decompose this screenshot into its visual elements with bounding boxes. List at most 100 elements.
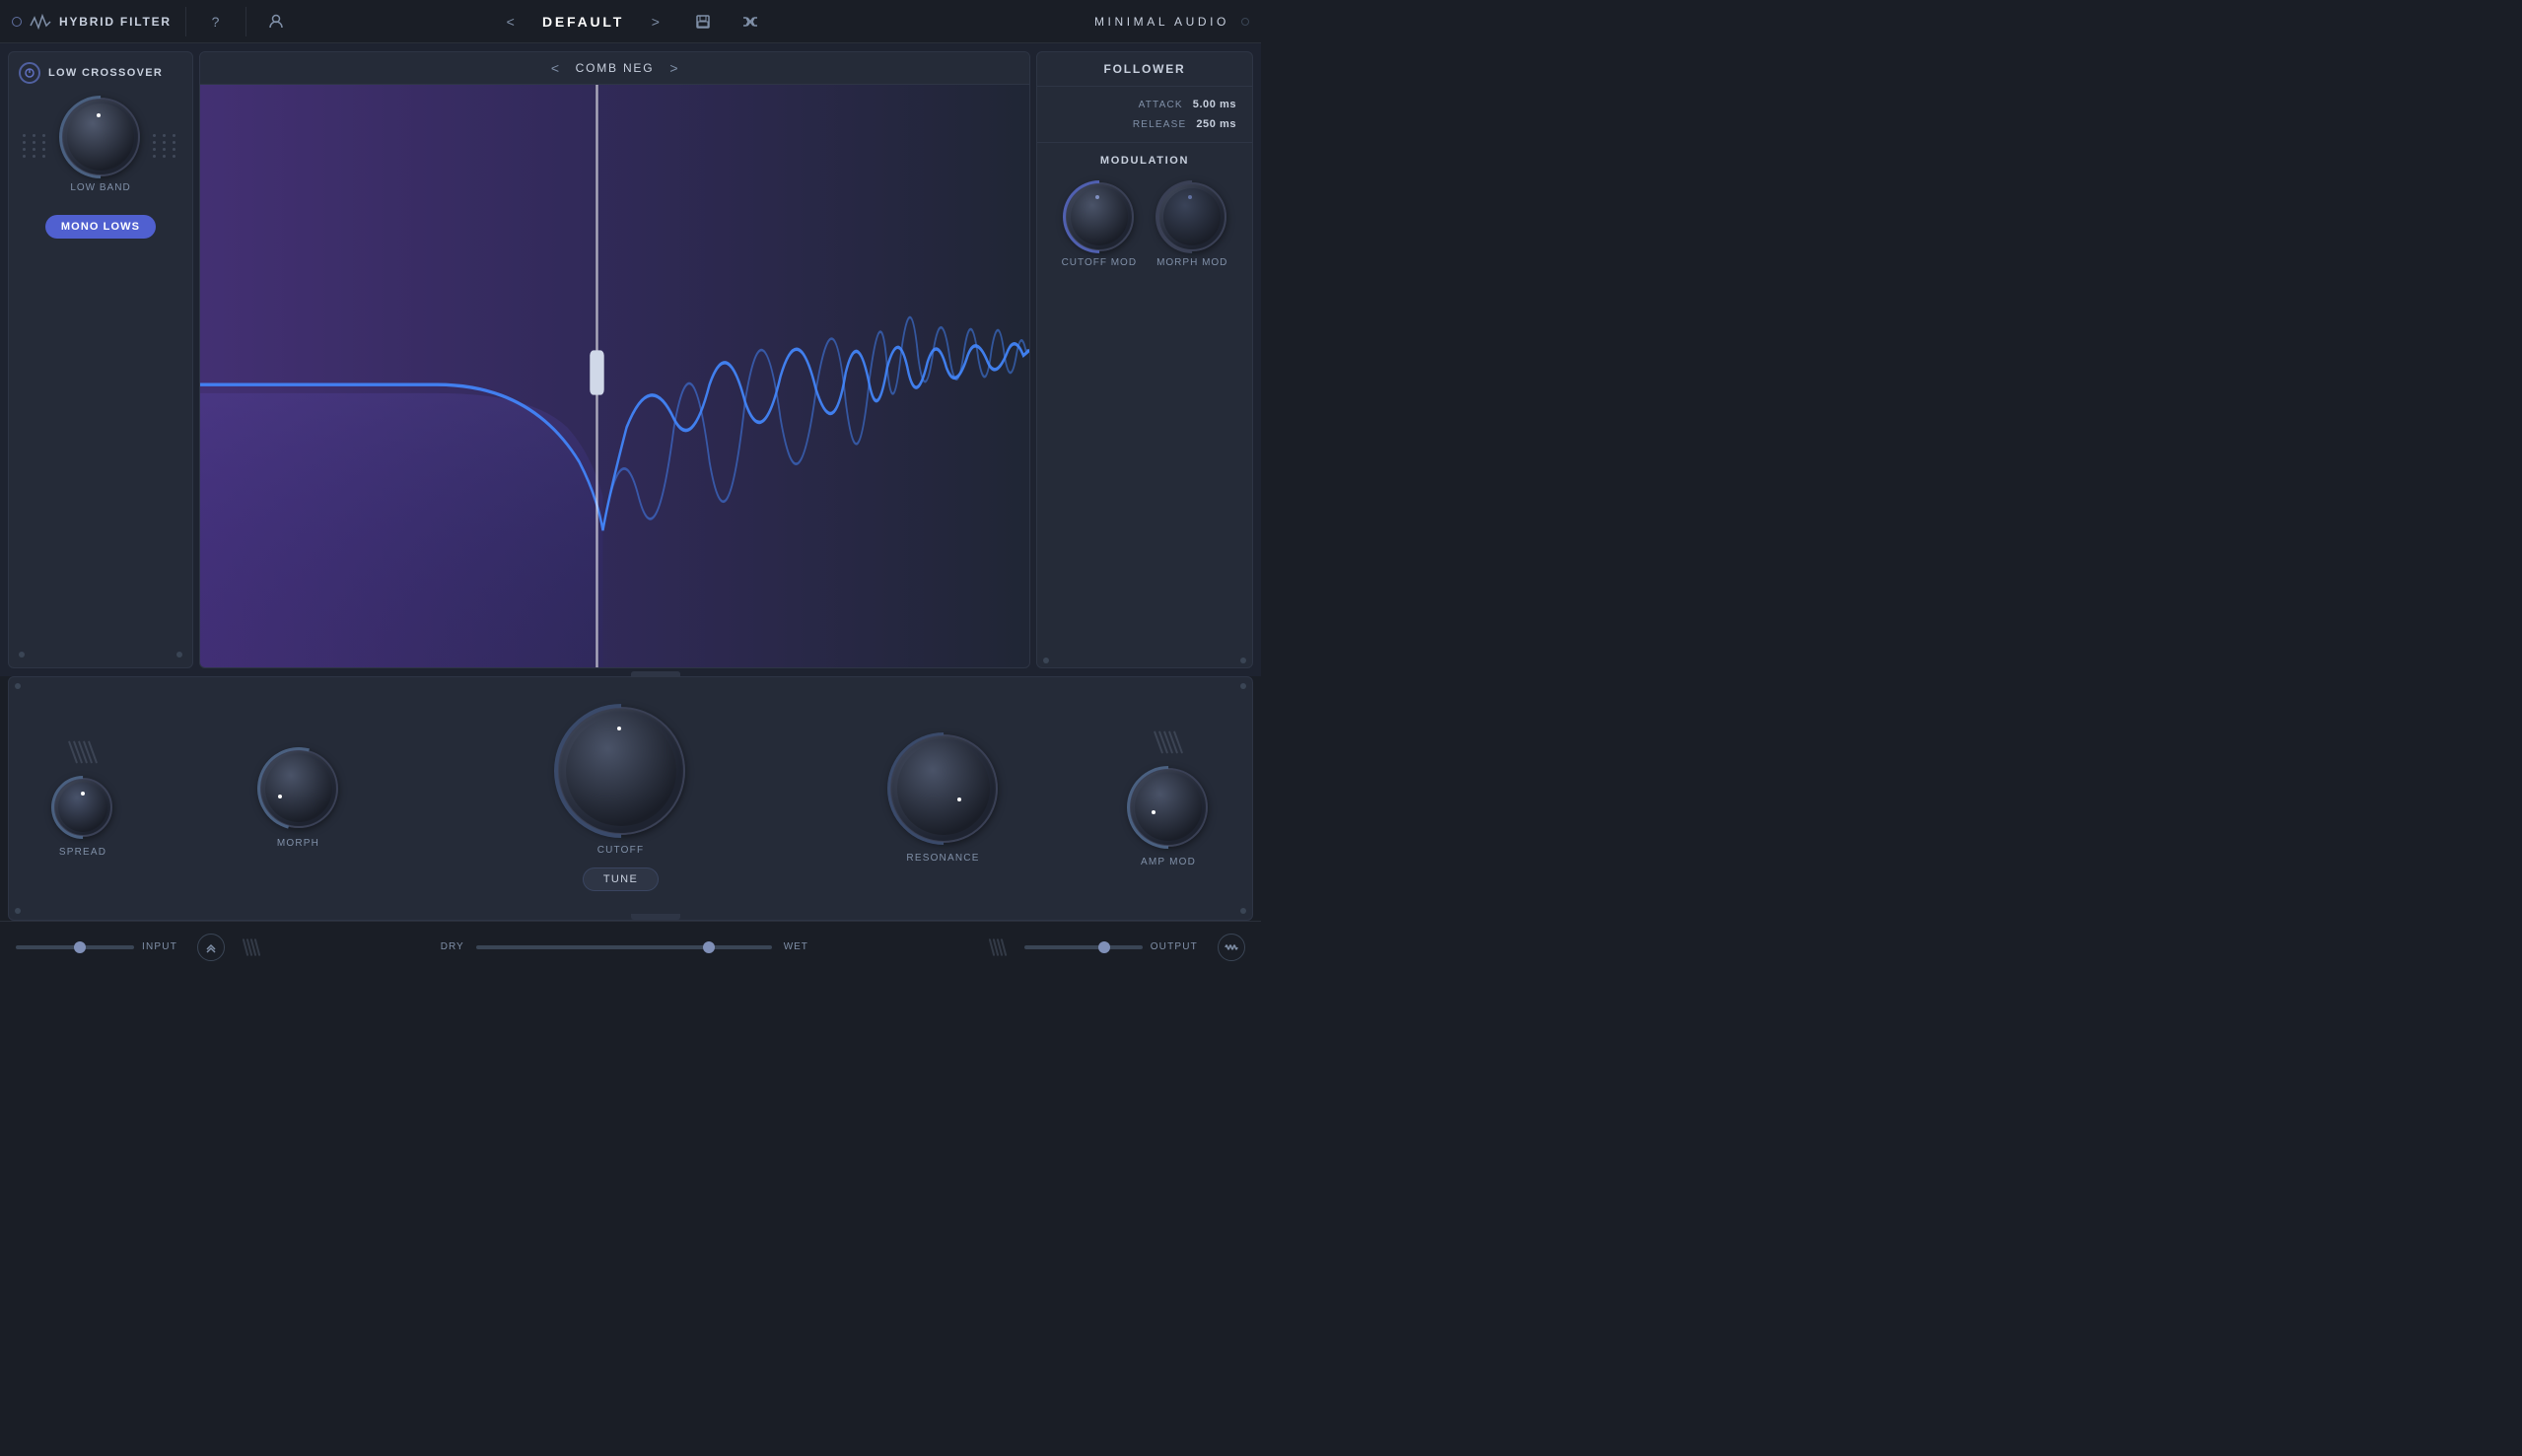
separator2 bbox=[245, 7, 246, 36]
corner-tl bbox=[15, 683, 21, 689]
main-content: LOW CROSSOVER LOW BAND bbox=[0, 43, 1261, 676]
modulation-section: MODULATION CUTOFF MOD bbox=[1037, 143, 1252, 654]
waveform-icon bbox=[30, 14, 51, 30]
tab-bottom-right bbox=[631, 914, 680, 920]
modulation-title: MODULATION bbox=[1100, 155, 1189, 167]
filter-next-button[interactable]: > bbox=[669, 60, 678, 76]
brand-name: MINIMAL AUDIO bbox=[1094, 15, 1229, 29]
user-button[interactable] bbox=[260, 6, 292, 37]
top-bar-left: HYBRID FILTER ? bbox=[12, 6, 317, 37]
right-panel: FOLLOWER ATTACK 5.00 ms RELEASE 250 ms M… bbox=[1036, 51, 1253, 668]
filter-display bbox=[200, 85, 1029, 667]
cutoff-mod-knob[interactable] bbox=[1065, 182, 1134, 251]
dot-grid-left bbox=[23, 134, 48, 158]
filter-prev-button[interactable]: < bbox=[551, 60, 560, 76]
output-group: OUTPUT bbox=[1024, 941, 1198, 952]
corner-tr bbox=[1240, 683, 1246, 689]
follower-header: FOLLOWER bbox=[1037, 52, 1252, 87]
corner-br bbox=[1240, 908, 1246, 914]
plugin-title: HYBRID FILTER bbox=[59, 15, 172, 29]
corner-dot-br bbox=[176, 652, 182, 658]
corner-bl bbox=[15, 908, 21, 914]
mono-lows-button[interactable]: MONO LOWS bbox=[45, 215, 156, 239]
output-slider[interactable] bbox=[1024, 945, 1143, 949]
power-dot-icon[interactable] bbox=[12, 17, 22, 27]
power-button[interactable] bbox=[19, 62, 40, 84]
low-band-label: LOW BAND bbox=[70, 182, 130, 193]
dry-wet-group: DRY WET bbox=[278, 941, 971, 952]
amp-mod-stripe bbox=[1157, 730, 1179, 754]
top-bar-center: < DEFAULT > bbox=[325, 6, 937, 37]
spread-stripe bbox=[72, 740, 94, 764]
bottom-section: SPREAD MORPH CUTOFF TUNE RESONANCE bbox=[8, 676, 1253, 921]
next-preset-button[interactable]: > bbox=[640, 6, 671, 37]
filter-header: < COMB NEG > bbox=[200, 52, 1029, 85]
morph-mod-wrap: MORPH MOD bbox=[1156, 182, 1227, 268]
output-label: OUTPUT bbox=[1151, 941, 1198, 952]
spread-knob[interactable] bbox=[53, 778, 112, 837]
separator bbox=[185, 7, 186, 36]
filter-name: COMB NEG bbox=[576, 61, 655, 75]
resonance-label: RESONANCE bbox=[906, 853, 979, 864]
cutoff-mod-wrap: CUTOFF MOD bbox=[1062, 182, 1137, 268]
center-panel: < COMB NEG > bbox=[199, 51, 1030, 668]
left-panel-title: LOW CROSSOVER bbox=[48, 67, 163, 79]
right-panel-footer bbox=[1037, 654, 1252, 667]
amp-mod-label: AMP MOD bbox=[1141, 857, 1196, 867]
cutoff-knob[interactable] bbox=[557, 707, 685, 835]
expand-button[interactable] bbox=[197, 934, 225, 961]
input-slider[interactable] bbox=[16, 945, 134, 949]
left-panel-body: LOW BAND bbox=[19, 94, 182, 197]
follower-params: ATTACK 5.00 ms RELEASE 250 ms bbox=[1037, 87, 1252, 143]
shuffle-button[interactable] bbox=[735, 6, 766, 37]
input-group: INPUT bbox=[16, 941, 177, 952]
cutoff-label: CUTOFF bbox=[597, 845, 645, 856]
preset-name: DEFAULT bbox=[542, 14, 624, 30]
wet-label: WET bbox=[784, 941, 808, 952]
morph-knob[interactable] bbox=[259, 749, 338, 828]
tune-button[interactable]: TUNE bbox=[583, 867, 659, 891]
morph-mod-label: MORPH MOD bbox=[1156, 257, 1227, 268]
dot-grid-right bbox=[153, 134, 178, 158]
save-button[interactable] bbox=[687, 6, 719, 37]
left-panel-header: LOW CROSSOVER bbox=[19, 62, 182, 84]
mono-lows-btn-wrap: MONO LOWS bbox=[19, 207, 182, 239]
right-corner-dot-br bbox=[1240, 658, 1246, 663]
amp-mod-knob[interactable] bbox=[1129, 768, 1208, 847]
morph-label: MORPH bbox=[277, 838, 319, 849]
attack-value[interactable]: 5.00 ms bbox=[1193, 99, 1236, 110]
spread-group: SPREAD bbox=[29, 740, 137, 858]
morph-mod-knob[interactable] bbox=[1157, 182, 1226, 251]
resonance-group: RESONANCE bbox=[782, 734, 1104, 864]
corner-dot-bl bbox=[19, 652, 25, 658]
spread-label: SPREAD bbox=[59, 847, 106, 858]
morph-group: MORPH bbox=[137, 749, 459, 849]
top-bar-right: MINIMAL AUDIO bbox=[944, 15, 1249, 29]
attack-row: ATTACK 5.00 ms bbox=[1053, 99, 1236, 110]
resonance-knob[interactable] bbox=[889, 734, 998, 843]
footer-stripe-left bbox=[245, 938, 258, 956]
help-button[interactable]: ? bbox=[200, 6, 232, 37]
mod-knobs-row: CUTOFF MOD MORPH MOD bbox=[1062, 182, 1228, 268]
filter-curve-svg bbox=[200, 85, 1029, 667]
input-label: INPUT bbox=[142, 941, 177, 952]
low-band-knob-wrap: LOW BAND bbox=[61, 98, 140, 193]
low-band-knob[interactable] bbox=[61, 98, 140, 176]
dry-wet-slider[interactable] bbox=[476, 945, 772, 949]
waveform-button[interactable] bbox=[1218, 934, 1245, 961]
left-panel: LOW CROSSOVER LOW BAND bbox=[8, 51, 193, 668]
top-bar-corner-dot bbox=[1241, 18, 1249, 26]
follower-title: FOLLOWER bbox=[1103, 62, 1185, 76]
release-row: RELEASE 250 ms bbox=[1053, 118, 1236, 130]
release-value[interactable]: 250 ms bbox=[1196, 118, 1236, 130]
cutoff-group: CUTOFF TUNE bbox=[459, 707, 782, 891]
cutoff-mod-label: CUTOFF MOD bbox=[1062, 257, 1137, 268]
dry-label: DRY bbox=[441, 941, 464, 952]
attack-label: ATTACK bbox=[1139, 100, 1183, 110]
tab-right bbox=[631, 671, 680, 677]
release-label: RELEASE bbox=[1133, 119, 1187, 130]
left-panel-footer bbox=[19, 646, 182, 658]
prev-preset-button[interactable]: < bbox=[495, 6, 526, 37]
amp-mod-group: AMP MOD bbox=[1104, 730, 1232, 867]
footer-stripe-right bbox=[991, 938, 1005, 956]
